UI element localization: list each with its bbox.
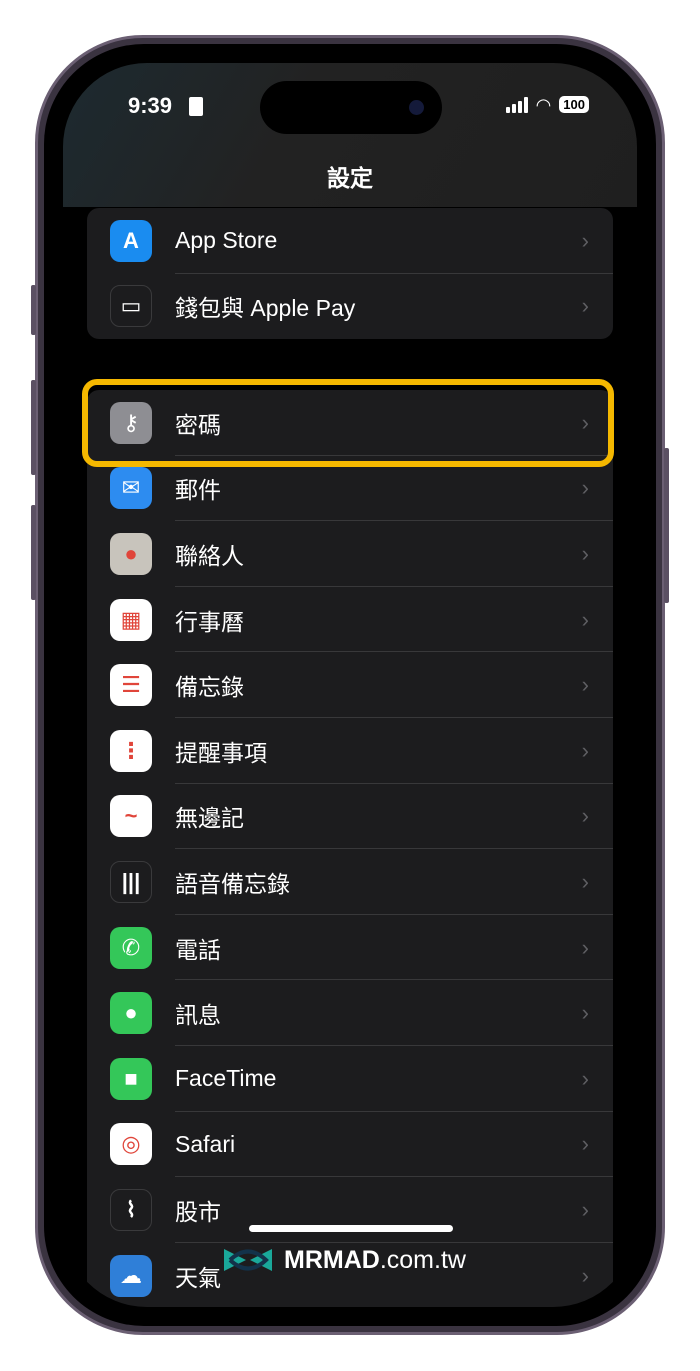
chevron-right-icon: › — [581, 606, 589, 632]
row-label: 股市 — [175, 1198, 221, 1225]
mrmad-logo-icon — [224, 1249, 272, 1271]
wifi-icon: ◠ — [535, 94, 552, 115]
status-time: 9:39 — [128, 93, 173, 118]
stocks-icon: ⌇ — [110, 1188, 152, 1231]
settings-row-contacts[interactable]: ● 聯絡人 › — [87, 521, 613, 587]
chevron-right-icon: › — [581, 1000, 589, 1026]
watermark-brand: MRMAD — [284, 1245, 380, 1274]
weather-icon: ☁ — [110, 1254, 152, 1297]
chevron-right-icon: › — [581, 1196, 589, 1222]
status-indicators: ◠ 100 — [505, 94, 589, 115]
settings-row-freeform[interactable]: ~ 無邊記 › — [87, 784, 613, 850]
chevron-right-icon: › — [581, 540, 589, 566]
contact-card-icon — [189, 97, 203, 116]
settings-row-phone[interactable]: ✆ 電話 › — [87, 915, 613, 981]
camera-icon — [409, 100, 424, 115]
app-store-icon: A — [110, 219, 152, 262]
settings-row-reminders[interactable]: ⋮ 提醒事項 › — [87, 718, 613, 784]
settings-row-stocks[interactable]: ⌇ 股市 › — [87, 1177, 613, 1243]
calendar-icon: ▦ — [110, 598, 152, 641]
row-label: 提醒事項 — [175, 739, 267, 766]
nav-header: 9:39 ◠ 100 設定 — [63, 63, 637, 207]
page-title: 設定 — [327, 165, 373, 191]
row-label: 語音備忘錄 — [175, 870, 290, 897]
row-label: 訊息 — [175, 1002, 221, 1029]
contacts-icon: ● — [110, 532, 152, 575]
row-label: FaceTime — [175, 1065, 277, 1092]
chevron-right-icon: › — [581, 868, 589, 894]
settings-group-store: A App Store › ▭ 錢包與 Apple Pay › — [87, 208, 613, 340]
settings-row-voice-memos[interactable]: ||| 語音備忘錄 › — [87, 849, 613, 915]
cellular-signal-icon — [505, 96, 528, 113]
chevron-right-icon: › — [581, 803, 589, 829]
settings-row-safari[interactable]: ◎ Safari › — [87, 1112, 613, 1178]
volume-down-button — [31, 505, 36, 600]
chevron-right-icon: › — [581, 1065, 589, 1091]
row-label: 聯絡人 — [175, 542, 244, 569]
chevron-right-icon: › — [581, 293, 589, 319]
battery-icon: 100 — [559, 96, 589, 113]
settings-row-messages[interactable]: ● 訊息 › — [87, 980, 613, 1046]
reminders-icon: ⋮ — [110, 729, 152, 772]
settings-row-calendar[interactable]: ▦ 行事曆 › — [87, 587, 613, 653]
settings-group-apps: ⚷ 密碼 › ✉ 郵件 › ● 聯絡人 › ▦ 行事曆 › ☰ 備忘錄 › ⋮ 提醒事項 › ~ 無邊記 › ||| 語音備… — [87, 390, 613, 1307]
freeform-icon: ~ — [110, 795, 152, 838]
row-label: Safari — [175, 1130, 236, 1157]
action-button — [31, 285, 36, 335]
settings-row-wallet[interactable]: ▭ 錢包與 Apple Pay › — [87, 274, 613, 340]
chevron-right-icon: › — [581, 475, 589, 501]
highlight-box-passwords — [82, 379, 614, 467]
row-label: 備忘錄 — [175, 674, 244, 701]
row-label: 天氣 — [175, 1264, 221, 1291]
chevron-right-icon: › — [581, 1262, 589, 1288]
home-indicator[interactable] — [249, 1225, 453, 1232]
chevron-right-icon: › — [581, 1131, 589, 1157]
row-label: 行事曆 — [175, 608, 244, 635]
facetime-icon: ■ — [110, 1057, 152, 1100]
settings-row-app-store[interactable]: A App Store › — [87, 208, 613, 274]
safari-icon: ◎ — [110, 1123, 152, 1166]
row-label: 電話 — [175, 936, 221, 963]
row-label: 無邊記 — [175, 805, 244, 832]
chevron-right-icon: › — [581, 934, 589, 960]
chevron-right-icon: › — [581, 672, 589, 698]
dynamic-island — [260, 81, 442, 134]
wallet-icon: ▭ — [110, 285, 152, 328]
settings-row-facetime[interactable]: ■ FaceTime › — [87, 1046, 613, 1112]
row-label: App Store — [175, 227, 278, 254]
mail-icon: ✉ — [110, 467, 152, 510]
phone-icon: ✆ — [110, 926, 152, 969]
messages-icon: ● — [110, 992, 152, 1035]
row-label: 錢包與 Apple Pay — [175, 295, 356, 322]
watermark-domain: .com.tw — [379, 1245, 466, 1274]
voice-memos-icon: ||| — [110, 860, 152, 903]
chevron-right-icon: › — [581, 227, 589, 253]
row-label: 郵件 — [175, 477, 221, 504]
watermark: MRMAD.com.tw — [222, 1245, 466, 1275]
volume-up-button — [31, 380, 36, 475]
settings-row-notes[interactable]: ☰ 備忘錄 › — [87, 652, 613, 718]
side-button — [664, 448, 669, 603]
settings-screen: 9:39 ◠ 100 設定 A App Store › ▭ 錢包與 Apple Pay ›… — [63, 63, 637, 1307]
chevron-right-icon: › — [581, 737, 589, 763]
notes-icon: ☰ — [110, 664, 152, 707]
